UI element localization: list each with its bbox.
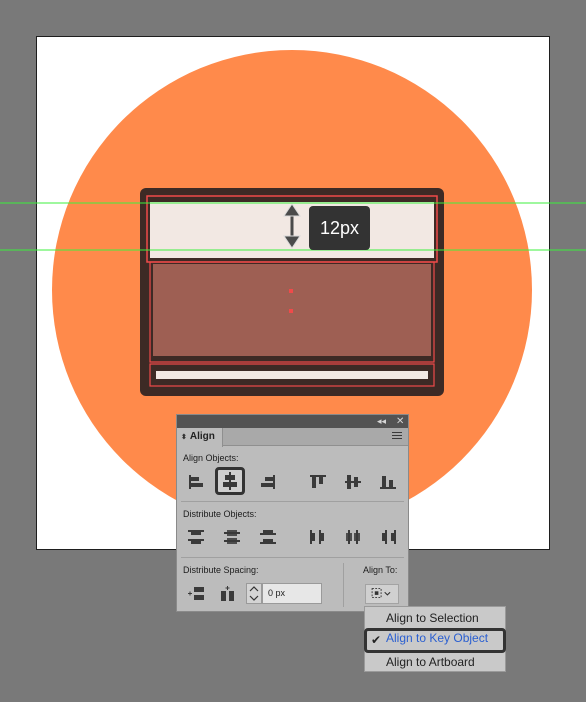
selection-anchor (289, 289, 293, 293)
bottom-strip-shape[interactable] (156, 371, 428, 379)
distribute-objects-label: Distribute Objects: (183, 509, 257, 519)
horizontal-align-right-icon[interactable] (257, 472, 279, 492)
spacing-input[interactable]: 0 px (262, 583, 322, 604)
menu-item-label: Align to Key Object (386, 631, 489, 645)
menu-item-align-to-artboard[interactable]: Align to Artboard (365, 652, 505, 673)
panel-title-bar[interactable]: ◂◂ ✕ (177, 415, 408, 428)
close-icon[interactable]: ✕ (396, 415, 404, 428)
vertical-align-top-icon[interactable] (307, 472, 329, 492)
expand-arrows-icon[interactable]: ⬍ (181, 434, 187, 441)
checkmark-icon: ✔ (371, 633, 382, 647)
horizontal-distribute-space-icon[interactable] (217, 584, 239, 604)
tab-align-label: Align (189, 431, 215, 442)
panel-tab-bar: ⬍ Align (177, 428, 408, 447)
selection-anchor (289, 309, 293, 313)
panel-menu-icon[interactable] (392, 432, 402, 441)
horizontal-align-left-icon[interactable] (185, 472, 207, 492)
vertical-align-center-icon[interactable] (342, 472, 364, 492)
section-divider (181, 501, 404, 502)
section-divider (181, 557, 404, 558)
tab-align[interactable]: ⬍ Align (177, 428, 223, 447)
menu-item-align-to-selection[interactable]: Align to Selection (365, 608, 505, 629)
vertical-distribute-space-icon[interactable] (185, 584, 207, 604)
distribute-spacing-label: Distribute Spacing: (183, 565, 259, 575)
align-panel: ◂◂ ✕ ⬍ Align Align Objects: Distribute Ob… (176, 414, 409, 612)
menu-item-align-to-key-object[interactable]: ✔ Align to Key Object (364, 628, 506, 653)
align-to-menu: Align to Selection ✔ Align to Key Object… (364, 606, 506, 672)
horizontal-align-center-icon[interactable] (215, 467, 245, 495)
section-divider (343, 563, 344, 607)
collapse-panel-icon[interactable]: ◂◂ (377, 415, 386, 428)
horizontal-distribute-left-icon[interactable] (307, 527, 329, 547)
align-to-dropdown-button[interactable] (365, 584, 399, 604)
align-to-key-object-icon (371, 588, 391, 599)
horizontal-distribute-right-icon[interactable] (377, 527, 399, 547)
stepper-arrows-icon[interactable] (247, 584, 261, 603)
measurement-label: 12px (309, 206, 370, 250)
vertical-align-bottom-icon[interactable] (377, 472, 399, 492)
vertical-distribute-top-icon[interactable] (185, 527, 207, 547)
vertical-distribute-bottom-icon[interactable] (257, 527, 279, 547)
align-objects-label: Align Objects: (183, 453, 239, 463)
spacing-stepper[interactable] (246, 583, 262, 604)
align-to-label: Align To: (363, 565, 398, 575)
horizontal-distribute-center-icon[interactable] (342, 527, 364, 547)
vertical-distribute-center-icon[interactable] (221, 527, 243, 547)
